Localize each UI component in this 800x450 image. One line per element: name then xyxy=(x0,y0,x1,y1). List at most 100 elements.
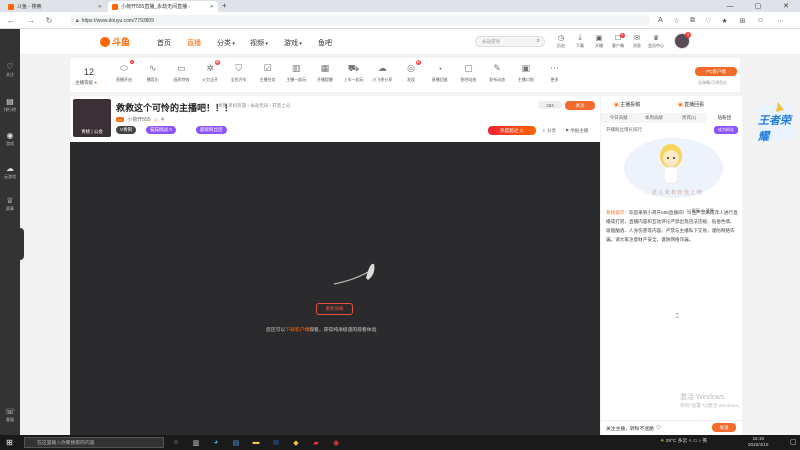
tab-replay[interactable]: ▣ 直播回看 xyxy=(678,101,704,108)
back-icon[interactable]: ← xyxy=(6,3,16,25)
tool-cloud[interactable]: ☁ 小飞侠分享 xyxy=(368,63,396,83)
header-broadcast[interactable]: ▣ 开播 xyxy=(590,34,608,49)
media-icon[interactable]: ◉ xyxy=(330,437,342,448)
url-input[interactable]: 🔒︎ https://www.douyu.com/7793809 xyxy=(70,15,650,26)
site-search-input[interactable]: 永劫游戏 ⌕ xyxy=(475,36,545,47)
bronze-badge[interactable]: V青铜 xyxy=(116,126,137,134)
reload-video-button[interactable]: 重新加载 xyxy=(316,303,353,315)
tool-quality[interactable]: ▭ 画质特效 xyxy=(167,63,195,83)
nav-category[interactable]: 分类 ▾ xyxy=(217,38,235,48)
app-icon[interactable]: ◆ xyxy=(290,437,302,448)
tool-toggle[interactable]: ⬭ 直播开启 1 xyxy=(110,60,138,83)
sidebar-item-events[interactable]: ♕ 赛事 xyxy=(0,196,20,212)
mail-icon[interactable]: ✉ xyxy=(270,437,282,448)
close-tab-icon[interactable]: ✕ xyxy=(98,4,102,10)
tool-car[interactable]: ⛟ 上车一起玩 xyxy=(340,63,368,83)
tool-label: 直播回放 xyxy=(431,77,448,82)
stream-category[interactable]: 青铜 单机热游 › 永劫无间 › 开黑上分 xyxy=(218,103,290,109)
become-fan-button[interactable]: 成为粉丝 xyxy=(714,126,738,134)
tool-task[interactable]: ☑ 主播任务 xyxy=(254,63,282,83)
tab-week[interactable]: 本周贡献 xyxy=(636,113,671,123)
browser-tab-stream[interactable]: 小荷开555直播_永劫无间直播 - ✕ xyxy=(108,1,218,12)
maximize-button[interactable]: ▢ xyxy=(744,0,772,12)
challenge-badge[interactable]: 猫猫挑战 0 xyxy=(146,126,176,134)
tool-more[interactable]: ⋯ 更多 xyxy=(541,63,569,83)
nav-game[interactable]: 游戏 ▾ xyxy=(284,38,302,48)
widgets-icon[interactable]: ▥ xyxy=(190,437,202,448)
sidebar-item-cloud-game[interactable]: ☁ 云游戏 xyxy=(0,164,20,180)
host-name[interactable]: 小荷开555 xyxy=(127,116,150,123)
header-vip[interactable]: ♛ 会员中心 xyxy=(647,34,665,49)
tab-diamond[interactable]: 钻粉团 xyxy=(706,113,742,123)
search-icon[interactable]: ⌕ xyxy=(537,38,540,45)
nav-fishbar[interactable]: 鱼吧 xyxy=(318,38,332,48)
sidebar-item-rank[interactable]: ▤ 排行榜 xyxy=(0,97,20,113)
collections-icon[interactable]: ♡ xyxy=(704,16,713,25)
favorites-list-icon[interactable]: ★ xyxy=(720,16,729,25)
nav-home[interactable]: 首页 xyxy=(157,38,171,48)
emoji-icon[interactable]: ☺ xyxy=(655,424,662,431)
read-aloud-icon[interactable]: A xyxy=(656,16,665,25)
collections-add-icon[interactable]: ⊞ xyxy=(738,16,747,25)
profile-icon[interactable]: ☺ xyxy=(756,16,765,25)
tool-note[interactable]: ▥ 主播一起玩 xyxy=(282,63,310,83)
file-explorer-icon[interactable]: ▬ xyxy=(250,437,262,448)
share-button[interactable]: ⇪ 分享 xyxy=(542,128,556,134)
settings-more-icon[interactable]: ⋯ xyxy=(776,16,785,25)
promo-banner[interactable]: 王者荣耀 xyxy=(748,100,798,145)
taskbar-clock[interactable]: 15:19 2022/4/10 xyxy=(748,436,768,448)
header-message[interactable]: ✉ 消息 xyxy=(628,34,646,49)
pc-client-button[interactable]: PC客户端 xyxy=(695,67,737,76)
extensions-icon[interactable]: ⧉ xyxy=(688,16,697,25)
new-tab-button[interactable]: + xyxy=(222,1,227,10)
chat-options[interactable]: ☐ 屏蔽 ☐ 清屏 xyxy=(687,208,714,214)
recorder-icon[interactable]: ▰ xyxy=(310,437,322,448)
close-window-button[interactable]: ✕ xyxy=(772,0,800,12)
sidebar-item-follow[interactable]: ♡ 关注 xyxy=(0,62,20,78)
anchor-level-label[interactable]: 主播等级 ● xyxy=(75,80,97,86)
sidebar-item-game[interactable]: ◉ 游戏 xyxy=(0,131,20,147)
tool-pocket[interactable]: ▣ 主播口袋 xyxy=(512,63,540,83)
edge-browser-icon[interactable]: ◕ xyxy=(210,437,222,448)
notifications-icon[interactable]: ▢ xyxy=(790,438,797,446)
send-button[interactable]: 发送 xyxy=(712,423,736,432)
header-history[interactable]: ◷ 历史 xyxy=(552,34,570,49)
chat-input[interactable]: 关注主播，转粉不迷路 xyxy=(606,425,654,432)
fan-club-badge[interactable]: 超级粉丝团 xyxy=(196,126,227,134)
windows-start-icon[interactable]: ⊞ xyxy=(6,438,13,447)
douyu-logo[interactable]: 斗鱼 xyxy=(100,35,130,48)
nav-live[interactable]: 直播 xyxy=(187,38,201,48)
chevron-down-icon: ▾ xyxy=(264,41,268,47)
header-client[interactable]: ☐ 客户端 4 xyxy=(609,33,627,49)
tool-calendar[interactable]: ▦ 开播提醒 xyxy=(311,63,339,83)
tab-anchor-upload[interactable]: ▣ 主播投稿 xyxy=(614,101,640,108)
video-player[interactable] xyxy=(70,142,600,435)
tool-audio[interactable]: ∿ 播音乐 xyxy=(139,63,167,83)
minimize-button[interactable]: — xyxy=(716,0,744,12)
follow-button[interactable]: 关注 xyxy=(565,101,595,110)
report-button[interactable]: ⚑ 举报主播 xyxy=(565,128,588,134)
tool-gauge[interactable]: ◔ 直播回放 xyxy=(426,63,454,83)
task-view-icon[interactable]: ○ xyxy=(170,437,182,448)
tool-edit[interactable]: ✎ 发布动态 xyxy=(483,63,511,83)
reload-icon[interactable]: ↻ xyxy=(44,3,54,25)
hot-badge[interactable]: 热度超过 火 xyxy=(488,126,536,135)
sidebar-item-service[interactable]: ☏ 客服 xyxy=(0,407,20,423)
download-client-link[interactable]: 下载客户端 xyxy=(285,328,309,333)
header-download[interactable]: ⤓ 下载 xyxy=(571,34,589,49)
tool-discover[interactable]: ◎ 发现 新 xyxy=(397,60,425,83)
tab-today[interactable]: 今日贡献 xyxy=(601,113,636,123)
store-icon[interactable]: ▤ xyxy=(230,437,242,448)
browser-tab-search[interactable]: 斗鱼 - 搜索 ✕ xyxy=(4,1,106,12)
close-tab-icon[interactable]: ✕ xyxy=(210,4,214,10)
tool-chat[interactable]: ▢ 鱼吧动态 xyxy=(454,63,482,83)
tool-shield[interactable]: ⛉ 全民开车 xyxy=(225,63,253,83)
nav-video[interactable]: 视频 ▾ xyxy=(250,38,268,48)
favorite-icon[interactable]: ☆ xyxy=(672,16,681,25)
taskbar-search-input[interactable]: 在这里输入你要搜索的内容 xyxy=(24,437,164,448)
sidebar-collapse-handle[interactable] xyxy=(19,228,24,260)
tool-fire[interactable]: ✲ 火力全开 新 xyxy=(196,60,224,83)
forward-icon[interactable]: → xyxy=(26,3,36,25)
system-tray[interactable]: ☀ 28°C 多云 ˄ ▭ ♪ 英 xyxy=(660,437,707,444)
tab-vip[interactable]: 贵宾(1) xyxy=(672,113,707,123)
